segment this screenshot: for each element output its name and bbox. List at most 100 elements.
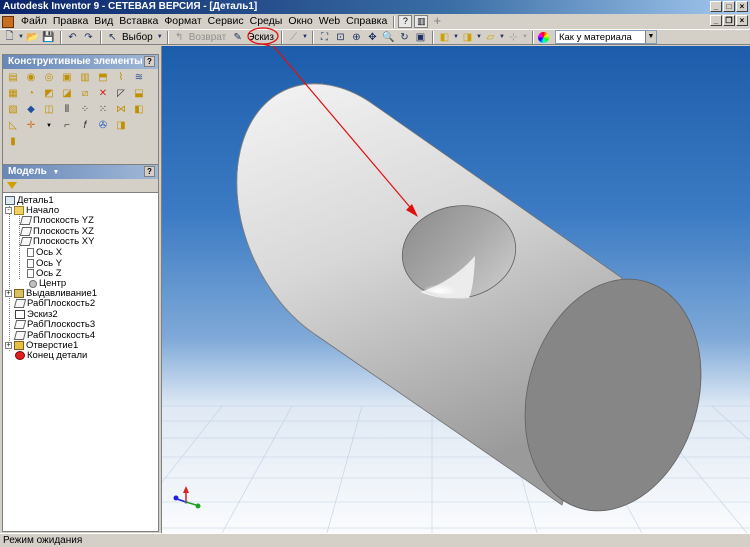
menu-format[interactable]: Формат: [161, 14, 204, 29]
coil-icon[interactable]: ≋: [132, 71, 146, 84]
shell-icon[interactable]: ▣: [60, 71, 74, 84]
select-button[interactable]: Выбор: [122, 32, 153, 43]
expand-icon[interactable]: +: [5, 290, 12, 297]
mirror-icon[interactable]: ⋈: [114, 103, 128, 116]
camera-dropdown-icon[interactable]: ▼: [476, 30, 482, 44]
circular-pattern-icon[interactable]: ⁙: [96, 103, 110, 116]
redo-icon[interactable]: ↷: [81, 30, 96, 44]
tree-item-plane-xy[interactable]: Плоскость XY: [19, 236, 94, 247]
menu-view[interactable]: Вид: [91, 14, 116, 29]
close-icon[interactable]: ×: [736, 1, 748, 12]
camera-icon[interactable]: ◨: [460, 30, 475, 44]
work-plane-icon[interactable]: ◧: [132, 103, 146, 116]
tree-item-axis-x[interactable]: Ось X: [27, 247, 62, 258]
return-button: Возврат: [188, 31, 227, 43]
chevron-down-icon[interactable]: ▼: [644, 31, 656, 43]
maximize-icon[interactable]: □: [723, 1, 735, 12]
work-feature-dropdown-icon[interactable]: ▼: [42, 119, 56, 132]
select-arrow-icon[interactable]: ↖: [105, 30, 120, 44]
hole-feature-icon[interactable]: ◎: [42, 71, 56, 84]
expand-panel-icon[interactable]: ▥: [414, 15, 429, 28]
menu-window[interactable]: Окно: [285, 14, 315, 29]
fillet-icon[interactable]: ◔: [24, 87, 38, 100]
model-menu-chevron-icon[interactable]: ▼: [53, 169, 60, 176]
sketch-button[interactable]: Эскиз: [247, 32, 274, 43]
thread-icon[interactable]: ▦: [6, 87, 20, 100]
select-dropdown-icon[interactable]: ▼: [157, 30, 163, 44]
minimize-icon[interactable]: _: [710, 1, 722, 12]
app-menu-icon[interactable]: [2, 15, 14, 28]
display-mode-dropdown-icon[interactable]: ▼: [453, 30, 459, 44]
create-sheet-metal-icon[interactable]: ◨: [114, 119, 128, 132]
ground-shadow-icon[interactable]: ▱: [483, 30, 498, 44]
menu-web[interactable]: Web: [316, 14, 343, 29]
undo-icon[interactable]: ↶: [65, 30, 80, 44]
sweep-icon[interactable]: ⌇: [114, 71, 128, 84]
doc-minimize-icon[interactable]: _: [710, 15, 722, 26]
menu-help[interactable]: Справка: [343, 14, 390, 29]
update-icon[interactable]: ⟋: [286, 30, 301, 44]
rib-icon[interactable]: ▥: [78, 71, 92, 84]
revolve-icon[interactable]: ◉: [24, 71, 38, 84]
promote-icon[interactable]: ⌐: [60, 119, 74, 132]
look-at-icon[interactable]: ▣: [413, 30, 428, 44]
update-dropdown-icon[interactable]: ▼: [302, 30, 308, 44]
split-icon[interactable]: ⧄: [78, 87, 92, 100]
ifeature-icon[interactable]: ⦀: [60, 103, 74, 116]
tree-item-end-of-part[interactable]: Конец детали: [15, 350, 87, 361]
new-file-icon[interactable]: 🗋: [2, 30, 17, 44]
emboss-icon[interactable]: ▧: [6, 103, 20, 116]
plane-icon: [19, 227, 33, 236]
filter-icon[interactable]: [7, 182, 17, 189]
add-icon[interactable]: +: [430, 14, 444, 28]
delete-face-icon[interactable]: ✕: [96, 87, 110, 100]
help-icon[interactable]: ?: [398, 15, 413, 28]
model-help-icon[interactable]: ?: [144, 166, 155, 177]
thicken-icon[interactable]: ⬓: [132, 87, 146, 100]
insert-ifeature-icon[interactable]: ▮: [6, 135, 20, 148]
tree-item-plane-yz[interactable]: Плоскость YZ: [19, 215, 94, 226]
menu-file[interactable]: Файл: [18, 14, 50, 29]
model-panel-header[interactable]: Модель ▼ ?: [3, 165, 158, 179]
parameters-icon[interactable]: 𝑓: [78, 119, 92, 132]
move-face-icon[interactable]: ◸: [114, 87, 128, 100]
expand-icon[interactable]: +: [5, 342, 12, 349]
zoom-all-icon[interactable]: ⛶: [317, 30, 332, 44]
model-panel-title: Модель: [8, 166, 47, 177]
panel-help-icon[interactable]: ?: [144, 56, 155, 67]
menu-environments[interactable]: Среды: [247, 14, 286, 29]
collapse-icon[interactable]: -: [5, 207, 12, 214]
menu-tools[interactable]: Сервис: [205, 14, 247, 29]
decal-icon[interactable]: ◆: [24, 103, 38, 116]
zoom-icon[interactable]: ⊕: [349, 30, 364, 44]
extrude-icon[interactable]: ▤: [6, 71, 20, 84]
sketch-feature-icon: [15, 310, 25, 319]
sketch-icon[interactable]: ✎: [230, 30, 245, 44]
menu-insert[interactable]: Вставка: [116, 14, 161, 29]
shadow-dropdown-icon[interactable]: ▼: [499, 30, 505, 44]
rotate-icon[interactable]: ↻: [397, 30, 412, 44]
graphics-viewport[interactable]: [161, 46, 750, 533]
doc-close-icon[interactable]: ×: [736, 15, 748, 26]
face-draft-icon[interactable]: ◪: [60, 87, 74, 100]
zoom-selected-icon[interactable]: 🔍: [381, 30, 396, 44]
tree-item-workplane2[interactable]: РабПлоскость2: [13, 298, 95, 309]
doc-restore-icon[interactable]: ❐: [723, 15, 735, 26]
work-axis-icon[interactable]: ◺: [6, 119, 20, 132]
features-panel-header[interactable]: Конструктивные элементы ▼ ?: [3, 55, 158, 69]
menu-edit[interactable]: Правка: [50, 14, 91, 29]
display-mode-icon[interactable]: ◧: [437, 30, 452, 44]
save-icon[interactable]: 💾: [41, 30, 56, 44]
open-file-icon[interactable]: 📂: [25, 30, 40, 44]
new-dropdown-icon[interactable]: ▼: [18, 30, 24, 44]
loft-icon[interactable]: ⬒: [96, 71, 110, 84]
color-style-select[interactable]: Как у материала ▼: [554, 30, 657, 44]
work-point-icon[interactable]: ✛: [24, 119, 38, 132]
appearance-icon[interactable]: ✇: [96, 119, 110, 132]
zoom-window-icon[interactable]: ⊡: [333, 30, 348, 44]
rectangular-pattern-icon[interactable]: ⁘: [78, 103, 92, 116]
derived-component-icon[interactable]: ◫: [42, 103, 56, 116]
chamfer-icon[interactable]: ◩: [42, 87, 56, 100]
pan-icon[interactable]: ✥: [365, 30, 380, 44]
tree-item-workplane3[interactable]: РабПлоскость3: [13, 319, 95, 330]
